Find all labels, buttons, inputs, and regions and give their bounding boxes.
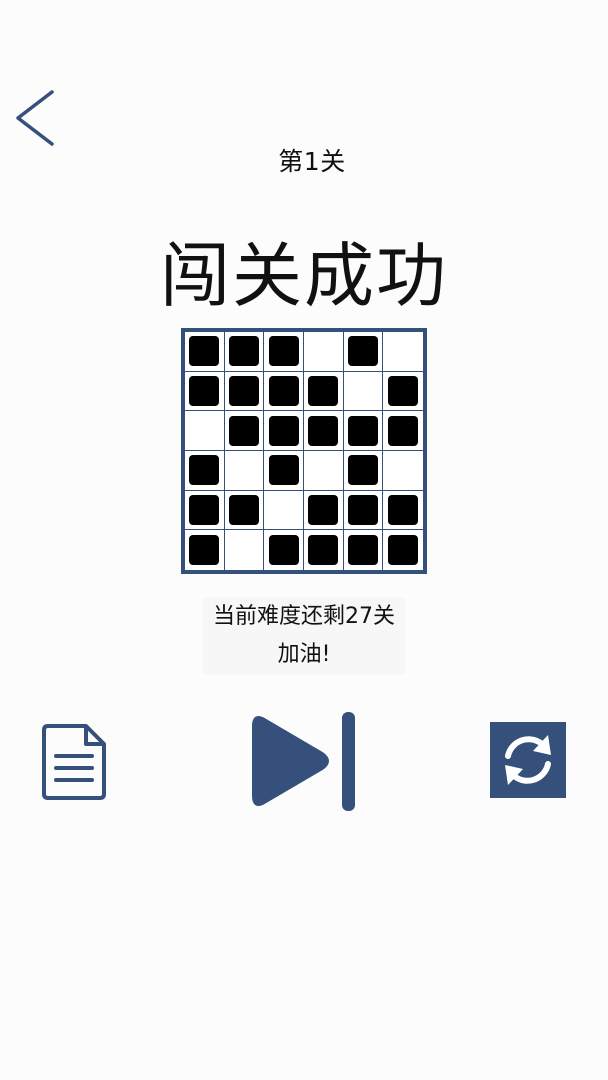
board-cell[interactable]: [383, 411, 423, 451]
black-piece: [189, 455, 220, 486]
board-cell[interactable]: [185, 530, 225, 570]
restart-button[interactable]: [490, 722, 566, 798]
black-piece: [189, 375, 220, 406]
board-cell[interactable]: [383, 491, 423, 531]
board-cell[interactable]: [264, 530, 304, 570]
board-cell[interactable]: [304, 451, 344, 491]
black-piece: [347, 494, 378, 525]
board-cell[interactable]: [304, 411, 344, 451]
board-cell[interactable]: [185, 371, 225, 412]
back-button[interactable]: [12, 88, 60, 150]
black-piece: [347, 535, 378, 566]
board-cell[interactable]: [343, 451, 384, 491]
black-piece: [268, 375, 299, 406]
board-cell[interactable]: [264, 332, 304, 372]
black-piece: [189, 535, 220, 566]
black-piece: [388, 415, 419, 446]
black-piece: [268, 535, 299, 566]
result-title: 闯关成功: [160, 235, 448, 317]
black-piece: [308, 375, 339, 406]
black-piece: [189, 494, 220, 525]
puzzle-board: [181, 328, 427, 574]
board-cell[interactable]: [264, 490, 304, 531]
board-cell[interactable]: [343, 490, 384, 531]
black-piece: [347, 455, 378, 486]
black-piece: [308, 494, 339, 525]
board-cell[interactable]: [383, 530, 423, 570]
board-cell[interactable]: [185, 332, 225, 372]
level-complete-screen: 第1关 闯关成功 当前难度还剩27关 加油!: [0, 0, 608, 1080]
board-cell[interactable]: [304, 490, 344, 531]
board-cell[interactable]: [225, 530, 265, 570]
board-cell[interactable]: [224, 371, 265, 412]
board-cell[interactable]: [185, 451, 225, 491]
board-cell[interactable]: [264, 451, 304, 491]
board-cell[interactable]: [304, 371, 344, 412]
black-piece: [228, 494, 259, 525]
board-cell[interactable]: [343, 411, 384, 451]
board-cell[interactable]: [185, 490, 225, 531]
refresh-icon: [505, 735, 551, 785]
board-cell[interactable]: [383, 332, 423, 372]
black-piece: [189, 336, 220, 367]
black-piece: [228, 336, 259, 367]
black-piece: [388, 535, 419, 566]
black-piece: [347, 336, 378, 367]
document-icon: [42, 724, 106, 800]
black-piece: [308, 415, 339, 446]
board-cell[interactable]: [185, 411, 225, 451]
level-label: 第1关: [278, 147, 346, 176]
black-piece: [268, 455, 299, 486]
next-level-button[interactable]: [250, 708, 360, 814]
board-cell[interactable]: [343, 332, 384, 372]
board-cell[interactable]: [304, 530, 344, 570]
board-cell[interactable]: [224, 490, 265, 531]
board-cell[interactable]: [224, 411, 265, 451]
black-piece: [228, 375, 259, 406]
board-cell[interactable]: [344, 530, 384, 570]
board-cell[interactable]: [224, 332, 265, 372]
board-cell[interactable]: [304, 332, 344, 372]
black-piece: [228, 415, 259, 446]
board-cell[interactable]: [264, 371, 304, 412]
remaining-levels-text: 当前难度还剩27关: [213, 604, 395, 629]
black-piece: [308, 535, 339, 566]
board-cell[interactable]: [383, 372, 423, 412]
board-cell[interactable]: [224, 451, 265, 491]
board-cell[interactable]: [343, 371, 384, 412]
black-piece: [268, 415, 299, 446]
board-cell[interactable]: [383, 451, 423, 491]
cheer-text: 加油!: [277, 642, 331, 667]
black-piece: [347, 415, 378, 446]
black-piece: [388, 494, 419, 525]
board-cell[interactable]: [264, 411, 304, 451]
black-piece: [268, 336, 299, 367]
message-box: 当前难度还剩27关 加油!: [203, 598, 405, 674]
rules-button[interactable]: [40, 722, 110, 802]
chevron-left-icon: [16, 90, 54, 146]
skip-next-icon: [252, 712, 355, 811]
black-piece: [388, 375, 419, 406]
